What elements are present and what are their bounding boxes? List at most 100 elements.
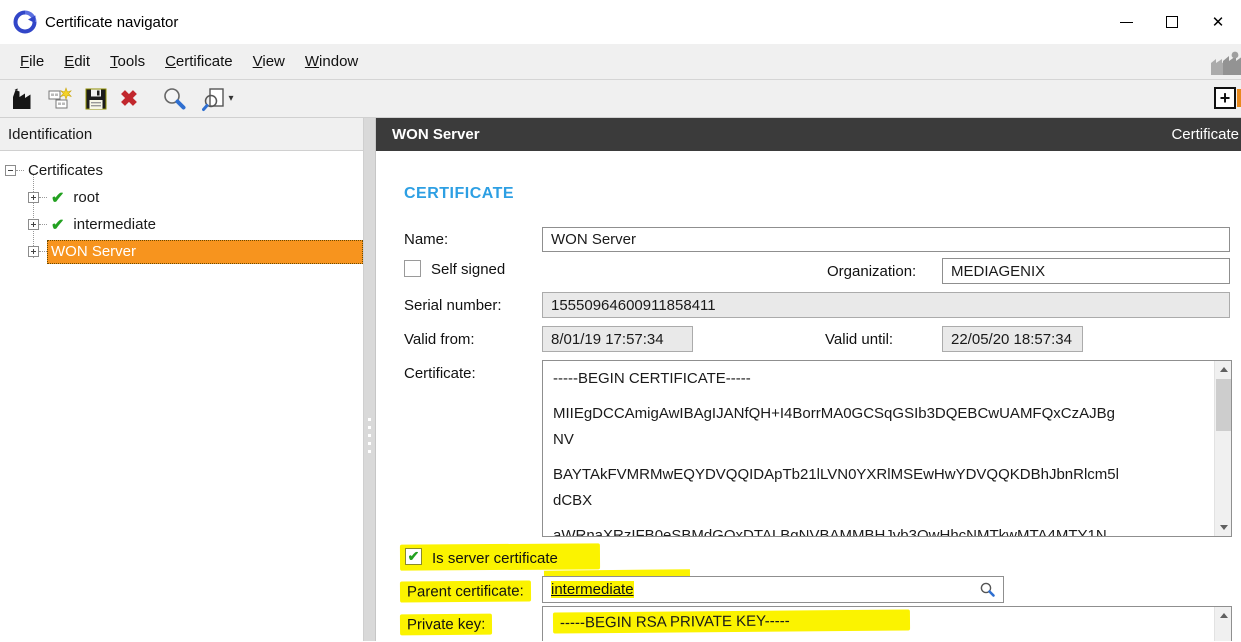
- detail-content: CERTIFICATE Name: WON Server Self signed…: [376, 151, 1241, 641]
- certificate-label: Certificate:: [404, 365, 476, 382]
- new-certificate-button[interactable]: [42, 83, 78, 115]
- certificate-line: BAYTAkFVMRMwEQYDVQQIDApTb21lLVN0YXRlMSEw…: [553, 462, 1204, 514]
- name-value: WON Server: [551, 231, 636, 248]
- organization-input[interactable]: MEDIAGENIX: [942, 258, 1230, 284]
- app-logo-icon: [13, 10, 37, 34]
- menu-certificate-hotkey: C: [165, 53, 176, 70]
- title-bar: Certificate navigator ✕: [0, 0, 1241, 44]
- valid-from-value: 8/01/19 17:57:34: [551, 331, 664, 348]
- panel-splitter[interactable]: [363, 118, 376, 641]
- tree-node-won-server[interactable]: WON Server: [0, 238, 363, 265]
- parent-certificate-link[interactable]: intermediate: [551, 581, 634, 598]
- serial-number-label: Serial number:: [404, 297, 502, 314]
- search-icon: [161, 86, 187, 112]
- delete-button[interactable]: ✖: [114, 83, 144, 115]
- menu-view[interactable]: View: [243, 53, 295, 70]
- private-key-scrollbar[interactable]: [1214, 607, 1231, 641]
- sidebar-header: Identification: [0, 118, 363, 151]
- menu-view-hotkey: V: [253, 53, 263, 70]
- collapse-icon[interactable]: [5, 165, 16, 176]
- private-key-text[interactable]: -----BEGIN RSA PRIVATE KEY-----: [543, 607, 1214, 641]
- menu-file-rest: ile: [29, 53, 44, 70]
- menu-tools-hotkey: T: [110, 53, 118, 70]
- tree-connector: [39, 197, 47, 198]
- self-signed-checkbox[interactable]: [404, 260, 421, 277]
- lookup-button[interactable]: [976, 580, 998, 600]
- expand-icon[interactable]: [28, 192, 39, 203]
- tree-label-root[interactable]: root: [69, 187, 103, 208]
- valid-from-label: Valid from:: [404, 331, 475, 348]
- add-button[interactable]: +: [1214, 87, 1236, 109]
- menu-tools[interactable]: Tools: [100, 53, 155, 70]
- certificate-line: -----BEGIN CERTIFICATE-----: [553, 366, 1204, 392]
- tree-label-intermediate[interactable]: intermediate: [69, 214, 160, 235]
- search-button[interactable]: [156, 83, 192, 115]
- verified-check-icon: ✔: [51, 188, 64, 208]
- certificate-textarea[interactable]: -----BEGIN CERTIFICATE----- MIIEgDCCAmig…: [542, 360, 1232, 537]
- menu-edit[interactable]: Edit: [54, 53, 100, 70]
- search-advanced-button[interactable]: ▾: [200, 83, 236, 115]
- private-key-value: -----BEGIN RSA PRIVATE KEY-----: [553, 609, 910, 633]
- scroll-up-icon[interactable]: [1215, 361, 1232, 378]
- maximize-icon: [1166, 16, 1178, 28]
- is-server-checkbox[interactable]: ✔: [405, 548, 422, 565]
- search-document-icon: [202, 86, 226, 112]
- serial-number-field: 15550964600911858411: [542, 292, 1230, 318]
- selected-tree-item[interactable]: WON Server: [47, 240, 363, 264]
- delete-x-icon: ✖: [120, 88, 138, 110]
- tree-node-root[interactable]: ✔ root: [0, 184, 363, 211]
- private-key-textarea[interactable]: -----BEGIN RSA PRIVATE KEY-----: [542, 606, 1232, 641]
- main-area: Identification Certificates ✔ root ✔ int…: [0, 118, 1241, 641]
- menu-window[interactable]: Window: [295, 53, 368, 70]
- menu-certificate-rest: ertificate: [176, 53, 233, 70]
- window-controls: ✕: [1103, 0, 1241, 44]
- menu-file-hotkey: F: [20, 53, 29, 70]
- tree-node-intermediate[interactable]: ✔ intermediate: [0, 211, 363, 238]
- serial-number-value: 15550964600911858411: [551, 297, 716, 314]
- sidebar-header-label: Identification: [8, 126, 92, 143]
- parent-certificate-label: Parent certificate:: [400, 580, 531, 602]
- organization-value: MEDIAGENIX: [951, 263, 1045, 280]
- tree-connector: [39, 251, 47, 252]
- certificate-line: aWRnaXRzIFB0eSBMdGQxDTALBgNVBAMMBHJvb3Qw…: [553, 523, 1204, 536]
- certificate-line: MIIEgDCCAmigAwIBAgIJANfQH+I4BorrMA0GCSqG…: [553, 401, 1204, 453]
- minimize-button[interactable]: [1103, 0, 1149, 44]
- menu-file[interactable]: File: [10, 53, 54, 70]
- valid-from-field: 8/01/19 17:57:34: [542, 326, 693, 352]
- splitter-grip-icon: [368, 418, 371, 458]
- close-button[interactable]: ✕: [1195, 0, 1241, 44]
- menu-certificate[interactable]: Certificate: [155, 53, 243, 70]
- valid-until-label: Valid until:: [825, 331, 893, 348]
- factory-gray-icon: [1207, 49, 1241, 77]
- self-signed-label: Self signed: [431, 261, 505, 278]
- toolbar: ✖ ▾ +: [0, 80, 1241, 118]
- clipped-toolbar-icon: [1237, 89, 1241, 107]
- search-small-icon: [978, 581, 996, 599]
- tree-label-won-server[interactable]: WON Server: [51, 243, 136, 260]
- tree-connector: [39, 224, 47, 225]
- scroll-down-icon[interactable]: [1215, 519, 1232, 536]
- menu-bar: File Edit Tools Certificate View Window: [0, 44, 1241, 80]
- certificate-tree: Certificates ✔ root ✔ intermediate WON S…: [0, 151, 363, 265]
- private-key-label: Private key:: [400, 614, 493, 636]
- valid-until-field: 22/05/20 18:57:34: [942, 326, 1083, 352]
- tree-node-certificates[interactable]: Certificates: [0, 157, 363, 184]
- name-input[interactable]: WON Server: [542, 227, 1230, 252]
- sidebar: Identification Certificates ✔ root ✔ int…: [0, 118, 363, 641]
- save-floppy-icon: [84, 87, 108, 111]
- scroll-up-icon[interactable]: [1215, 607, 1232, 624]
- certificate-scrollbar[interactable]: [1214, 361, 1231, 536]
- certificate-text[interactable]: -----BEGIN CERTIFICATE----- MIIEgDCCAmig…: [543, 361, 1214, 536]
- maximize-button[interactable]: [1149, 0, 1195, 44]
- identification-factory-button[interactable]: [6, 83, 42, 115]
- expand-icon[interactable]: [28, 246, 39, 257]
- scrollbar-thumb[interactable]: [1216, 379, 1231, 431]
- minimize-icon: [1120, 22, 1133, 23]
- save-button[interactable]: [78, 83, 114, 115]
- verified-check-icon: ✔: [51, 215, 64, 235]
- is-server-label: Is server certificate: [432, 550, 558, 567]
- tree-label-certificates[interactable]: Certificates: [24, 160, 107, 181]
- parent-certificate-input[interactable]: intermediate: [542, 576, 1004, 603]
- section-title: CERTIFICATE: [404, 185, 514, 203]
- expand-icon[interactable]: [28, 219, 39, 230]
